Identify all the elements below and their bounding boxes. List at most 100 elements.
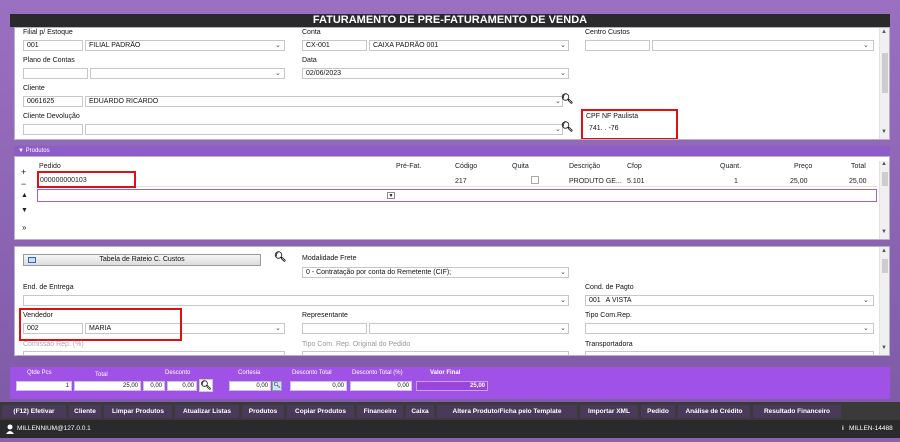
expand-icon[interactable]: » bbox=[22, 223, 26, 232]
data-dropdown-icon[interactable]: ⌄ bbox=[560, 69, 566, 77]
desconto-value-b[interactable]: 0,00 bbox=[167, 381, 197, 391]
pedido-button[interactable]: Pedido bbox=[641, 405, 675, 418]
efetivar-button[interactable]: (F12) Efetivar bbox=[2, 405, 66, 418]
vendedor-dropdown-icon[interactable]: ⌄ bbox=[275, 324, 281, 332]
desconto-value-a[interactable]: 0,00 bbox=[143, 381, 165, 391]
table-row[interactable]: 000000000103 217 PRODUTO GE... 5.101 1 2… bbox=[37, 174, 877, 187]
qtde-value: 1 bbox=[16, 381, 72, 391]
plano-contas-label: Plano de Contas bbox=[23, 57, 75, 64]
move-down-icon[interactable]: ▼ bbox=[21, 207, 28, 214]
representante-name-input[interactable] bbox=[369, 323, 569, 334]
plano-contas-code-input[interactable] bbox=[23, 68, 88, 79]
row-quita-checkbox[interactable] bbox=[531, 176, 539, 184]
cliente-name-input[interactable]: EDUARDO RICARDO bbox=[85, 96, 563, 107]
cliente-code-input[interactable]: 0061625 bbox=[23, 96, 83, 107]
tipo-com-dropdown-icon[interactable]: ⌄ bbox=[863, 324, 869, 332]
centro-custos-dropdown-icon[interactable]: ⌄ bbox=[863, 41, 869, 49]
produtos-section-header[interactable]: ▼ Produtos bbox=[14, 146, 890, 156]
totals-bar: Qtde Pcs 1 Total 25,00 Desconto 0,00 0,0… bbox=[10, 367, 890, 399]
limpar-produtos-button[interactable]: Limpar Produtos bbox=[104, 405, 172, 418]
desconto-search-icon[interactable]: 🔍︎ bbox=[199, 379, 213, 392]
col-codigo[interactable]: Código bbox=[455, 163, 477, 170]
representante-dropdown-icon[interactable]: ⌄ bbox=[560, 324, 566, 332]
col-total[interactable]: Total bbox=[851, 163, 866, 170]
col-prefat[interactable]: Pré-Fat. bbox=[396, 163, 421, 170]
filial-name-input[interactable]: FILIAL PADRÃO bbox=[85, 40, 285, 51]
atualizar-listas-button[interactable]: Atualizar Listas bbox=[175, 405, 239, 418]
transportadora-input[interactable] bbox=[585, 351, 874, 355]
filial-code-input[interactable]: 001 bbox=[23, 40, 83, 51]
cliente-dropdown-icon[interactable]: ⌄ bbox=[555, 97, 561, 105]
cliente-devolucao-name-input[interactable] bbox=[85, 124, 563, 135]
produtos-scrollbar[interactable]: ▲ ▼ bbox=[879, 161, 889, 239]
cliente-search-icon[interactable]: 🔍︎ bbox=[561, 94, 574, 105]
cliente-button[interactable]: Cliente bbox=[69, 405, 101, 418]
produtos-scroll-down-icon[interactable]: ▼ bbox=[881, 229, 887, 235]
representante-code-input[interactable] bbox=[302, 323, 367, 334]
caixa-button[interactable]: Caixa bbox=[406, 405, 434, 418]
details-scroll-down-icon[interactable]: ▼ bbox=[881, 345, 887, 351]
move-up-icon[interactable]: ▲ bbox=[21, 192, 28, 199]
conta-dropdown-icon[interactable]: ⌄ bbox=[560, 41, 566, 49]
filial-label: Filial p/ Estoque bbox=[23, 29, 73, 36]
remove-row-icon[interactable]: − bbox=[21, 179, 26, 189]
desc-total-label: Desconto Total bbox=[292, 370, 332, 376]
plano-contas-dropdown-icon[interactable]: ⌄ bbox=[275, 69, 281, 77]
data-input[interactable]: 02/06/2023 bbox=[302, 68, 569, 79]
produtos-panel: + − ▲ ▼ » Pedido Pré-Fat. Código Quita D… bbox=[14, 156, 890, 240]
scroll-thumb[interactable] bbox=[882, 53, 888, 93]
conta-label: Conta bbox=[302, 29, 321, 36]
cliente-devolucao-dropdown-icon[interactable]: ⌄ bbox=[555, 125, 561, 133]
altera-produto-button[interactable]: Altera Produto/Ficha pelo Template bbox=[437, 405, 577, 418]
copiar-produtos-button[interactable]: Copiar Produtos bbox=[287, 405, 354, 418]
rateio-search-icon[interactable]: 🔍︎ bbox=[274, 252, 287, 263]
produtos-scroll-up-icon[interactable]: ▲ bbox=[881, 161, 887, 167]
tipo-com-orig-input[interactable] bbox=[302, 351, 569, 355]
col-preco[interactable]: Preço bbox=[794, 163, 812, 170]
filial-dropdown-icon[interactable]: ⌄ bbox=[275, 41, 281, 49]
produtos-button[interactable]: Produtos bbox=[242, 405, 284, 418]
cond-pagto-dropdown-icon[interactable]: ⌄ bbox=[863, 296, 869, 304]
conta-code-input[interactable]: CX-001 bbox=[302, 40, 367, 51]
pedido-highlight-box bbox=[37, 171, 136, 188]
details-scroll-thumb[interactable] bbox=[882, 259, 888, 273]
header-scrollbar[interactable]: ▲ ▼ bbox=[879, 28, 889, 139]
add-row-icon[interactable]: + bbox=[21, 167, 26, 177]
produtos-scroll-thumb[interactable] bbox=[882, 172, 888, 186]
modalidade-dropdown-icon[interactable]: ⌄ bbox=[560, 268, 566, 276]
modalidade-select[interactable]: 0 - Contratação por conta do Remetente (… bbox=[302, 267, 569, 278]
cliente-devolucao-search-icon[interactable]: 🔍︎ bbox=[561, 122, 574, 133]
row-total: 25,00 bbox=[849, 178, 867, 185]
new-row-dropdown-icon[interactable]: ▼ bbox=[387, 192, 395, 199]
analise-credito-button[interactable]: Análise de Crédito bbox=[678, 405, 750, 418]
end-entrega-select[interactable] bbox=[23, 295, 569, 306]
cortesia-value: 0,00 bbox=[229, 381, 271, 391]
details-scrollbar[interactable]: ▲ ▼ bbox=[879, 247, 889, 355]
details-scroll-up-icon[interactable]: ▲ bbox=[881, 248, 887, 254]
centro-custos-code-input[interactable] bbox=[585, 40, 650, 51]
col-pedido[interactable]: Pedido bbox=[39, 163, 61, 170]
importar-xml-button[interactable]: Importar XML bbox=[580, 405, 638, 418]
collapse-icon[interactable]: ▼ bbox=[18, 148, 26, 154]
col-quant[interactable]: Quant. bbox=[720, 163, 741, 170]
col-descricao[interactable]: Descrição bbox=[569, 163, 600, 170]
financeiro-button[interactable]: Financeiro bbox=[357, 405, 403, 418]
rateio-button[interactable]: Tabela de Rateio C. Custos bbox=[23, 254, 261, 266]
tipo-com-select[interactable] bbox=[585, 323, 874, 334]
col-cfop[interactable]: Cfop bbox=[627, 163, 642, 170]
col-quita[interactable]: Quita bbox=[512, 163, 529, 170]
centro-custos-name-input[interactable] bbox=[652, 40, 874, 51]
cond-pagto-select[interactable]: 001 A VISTA bbox=[585, 295, 874, 306]
new-row-editor[interactable]: ▼ bbox=[37, 189, 877, 202]
cortesia-search-icon[interactable]: 🔍︎ bbox=[272, 381, 282, 391]
comissao-input[interactable] bbox=[23, 351, 285, 355]
resultado-financeiro-button[interactable]: Resultado Financeiro bbox=[753, 405, 841, 418]
end-entrega-dropdown-icon[interactable]: ⌄ bbox=[560, 296, 566, 304]
desc-total-pct-value: 0,00 bbox=[350, 381, 412, 391]
scroll-up-icon[interactable]: ▲ bbox=[881, 29, 887, 35]
plano-contas-name-input[interactable] bbox=[90, 68, 285, 79]
scroll-down-icon[interactable]: ▼ bbox=[881, 129, 887, 135]
cliente-devolucao-code-input[interactable] bbox=[23, 124, 83, 135]
status-user: MILLENNIUM@127.0.0.1 bbox=[17, 425, 91, 432]
conta-name-input[interactable]: CAIXA PADRÃO 001 bbox=[369, 40, 569, 51]
